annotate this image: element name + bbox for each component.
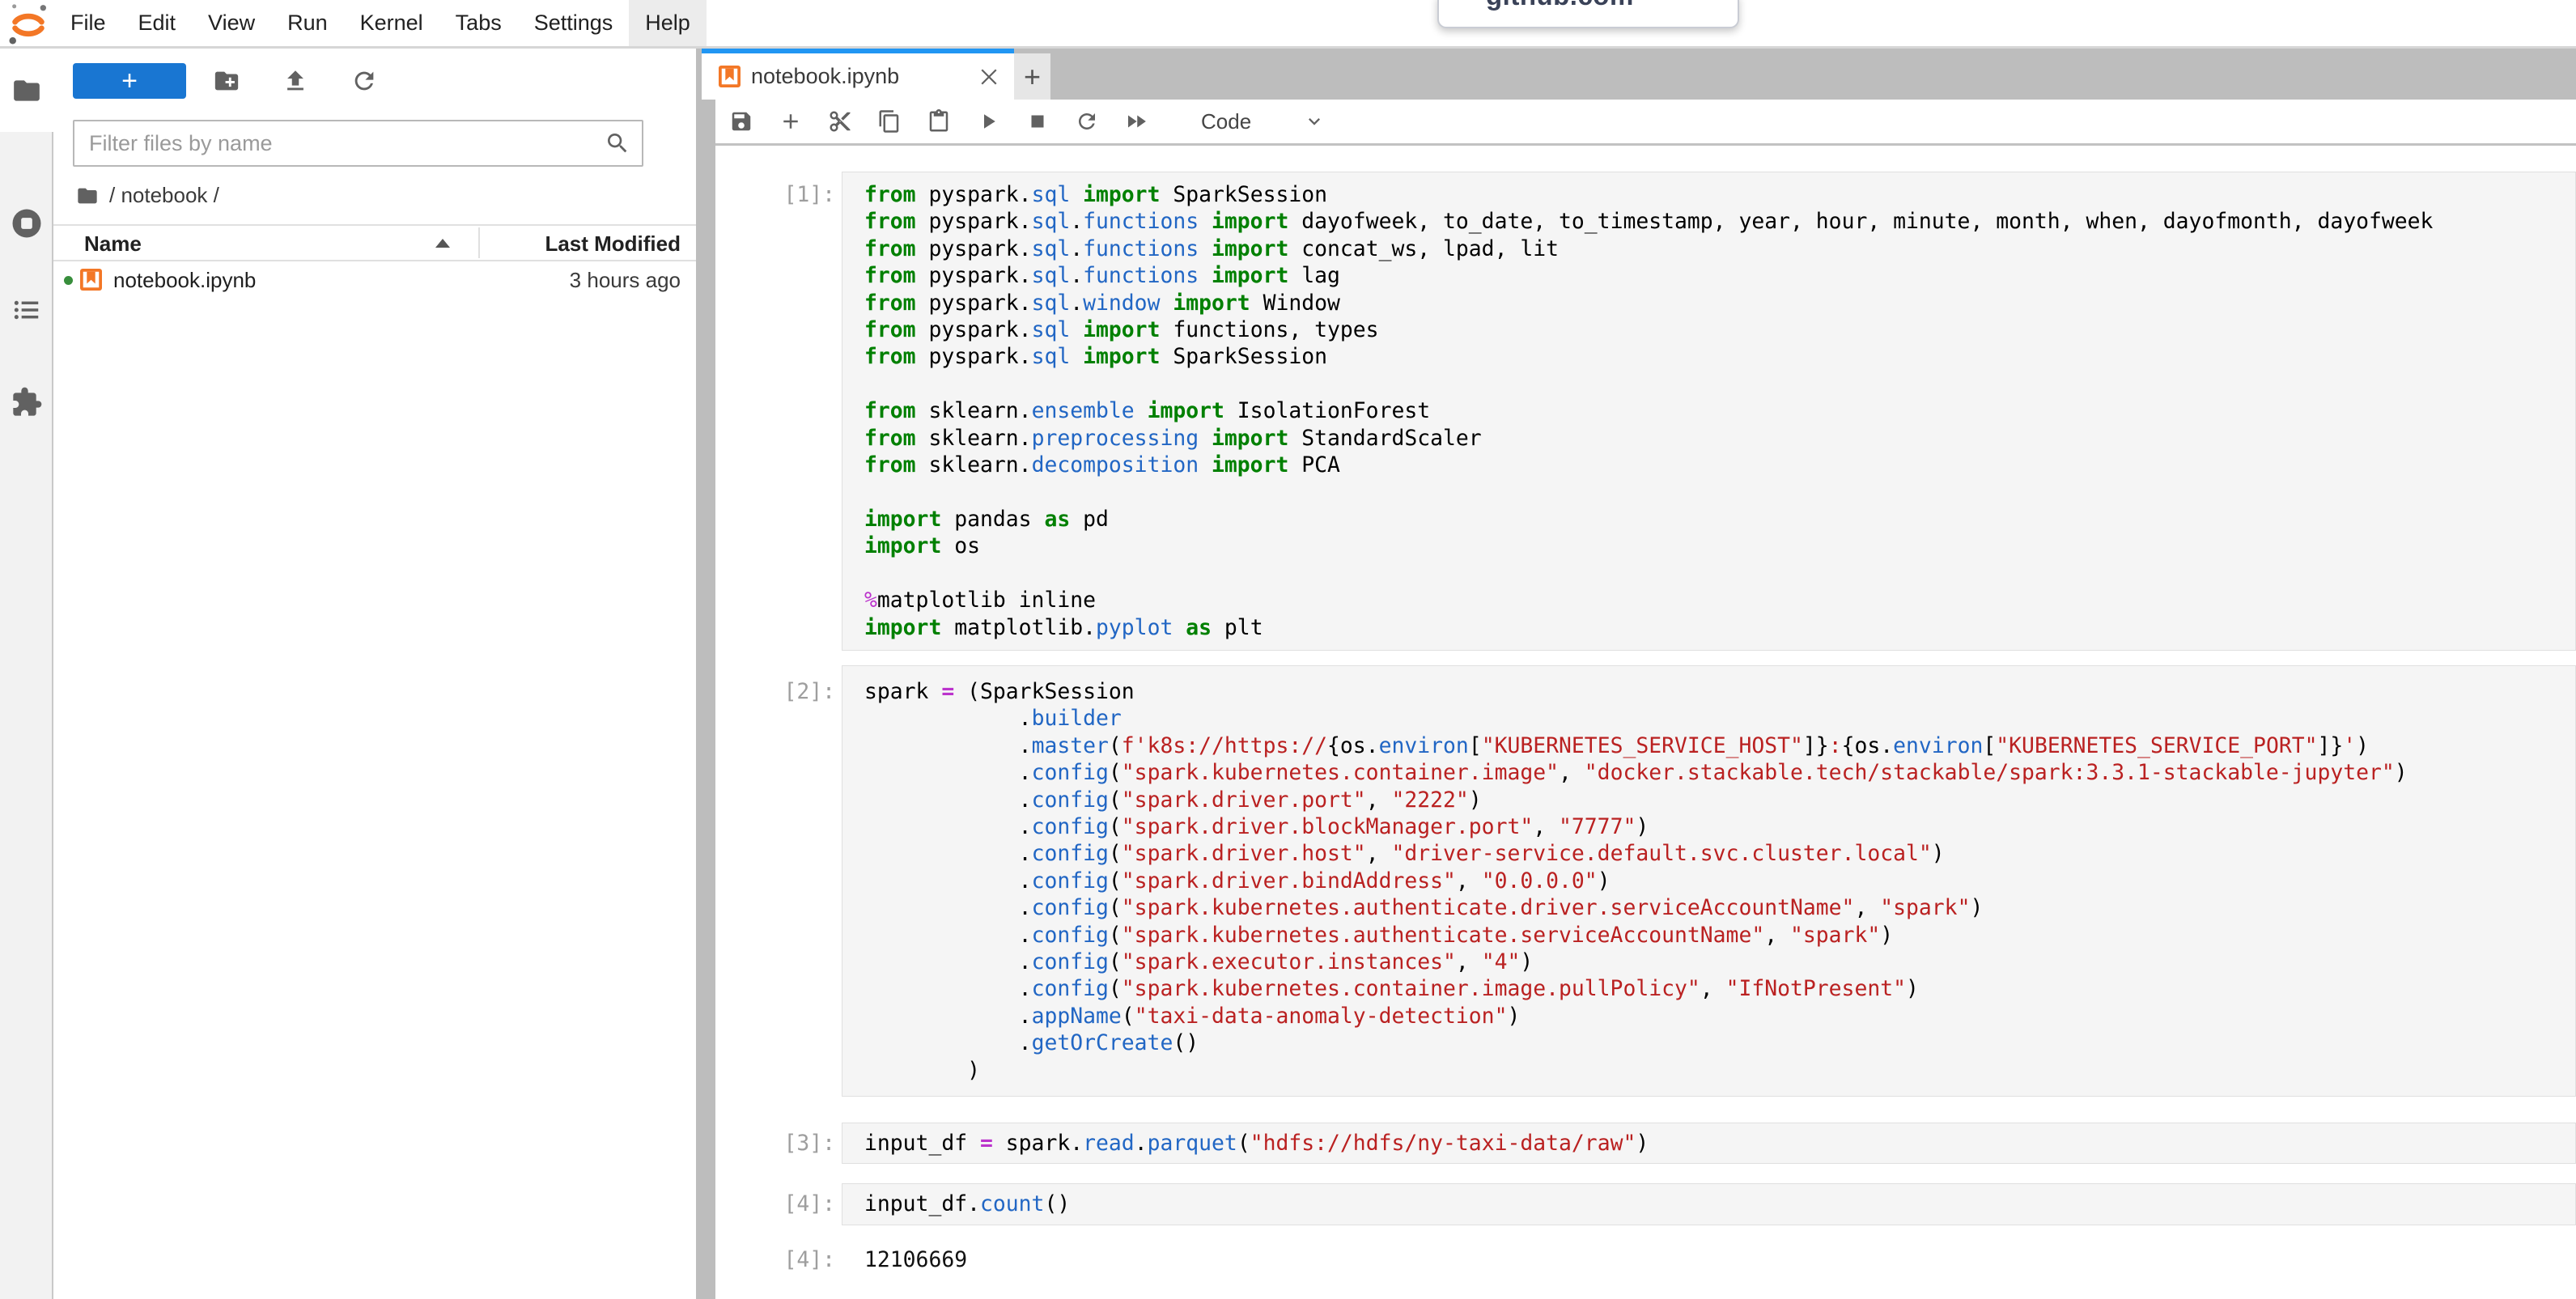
notebook-toolbar: Code — [715, 100, 2576, 146]
new-launcher-button[interactable]: + — [73, 63, 186, 99]
notebook-file-icon — [80, 269, 102, 291]
plus-icon: + — [121, 67, 138, 95]
execution-count: [3]: — [715, 1123, 842, 1164]
notebook-scroll-area[interactable]: [1]:from pyspark.sql import SparkSession… — [715, 146, 2576, 1299]
file-browser-panel: + / notebook / Name Last Modified notebo… — [53, 49, 696, 1299]
menu-file[interactable]: File — [54, 0, 122, 46]
close-tab-icon[interactable] — [977, 65, 1001, 89]
new-folder-button[interactable] — [213, 67, 240, 95]
upload-button[interactable] — [282, 67, 309, 95]
cut-cells-button[interactable] — [828, 109, 852, 134]
menu-help[interactable]: Help — [629, 0, 707, 46]
breadcrumb[interactable]: / notebook / — [76, 183, 219, 208]
refresh-icon — [350, 67, 378, 95]
panel-scrollbar[interactable] — [696, 49, 715, 1299]
dock-tab-bar: notebook.ipynb + — [696, 49, 2576, 100]
file-row-notebook[interactable]: notebook.ipynb 3 hours ago — [53, 261, 696, 299]
code-editor[interactable]: from pyspark.sql import SparkSessionfrom… — [842, 172, 2576, 651]
column-divider[interactable] — [478, 227, 480, 258]
plus-icon: + — [1024, 62, 1041, 91]
cell-output-row: [4]:12106669 — [715, 1246, 2576, 1273]
link-preview-popup: github.com — [1437, 0, 1739, 28]
sidebar-tab-running-kernels[interactable] — [0, 189, 53, 257]
running-kernels-icon — [10, 206, 44, 240]
output-prompt: [4]: — [715, 1246, 842, 1273]
run-cell-button[interactable] — [976, 109, 1000, 134]
tab-notebook[interactable]: notebook.ipynb — [702, 49, 1014, 100]
notebook-cells: [1]:from pyspark.sql import SparkSession… — [715, 172, 2576, 1273]
code-cell: [2]:spark = (SparkSession .builder .mast… — [715, 665, 2576, 1097]
list-icon — [11, 295, 42, 325]
column-header-name[interactable]: Name — [84, 231, 142, 257]
code-cell: [3]:input_df = spark.read.parquet("hdfs:… — [715, 1123, 2576, 1164]
new-tab-button[interactable]: + — [1014, 53, 1050, 100]
search-icon — [605, 130, 630, 156]
sort-ascending-icon — [435, 239, 450, 248]
menu-items: File Edit View Run Kernel Tabs Settings … — [54, 0, 707, 46]
code-editor[interactable]: input_df.count() — [842, 1183, 2576, 1225]
file-list-header: Name Last Modified — [53, 224, 696, 261]
menu-view[interactable]: View — [192, 0, 271, 46]
sidebar-tab-table-of-contents[interactable] — [0, 276, 53, 344]
code-editor[interactable]: input_df = spark.read.parquet("hdfs://hd… — [842, 1123, 2576, 1164]
refresh-files-button[interactable] — [350, 67, 378, 95]
paste-cells-button[interactable] — [927, 109, 951, 134]
sidebar-tab-strip — [0, 49, 53, 1299]
sidebar-tab-file-browser[interactable] — [0, 57, 53, 125]
popup-url-text: github.com — [1486, 0, 1634, 11]
upload-icon — [282, 67, 309, 95]
home-folder-icon — [76, 185, 99, 207]
code-cell: [1]:from pyspark.sql import SparkSession… — [715, 172, 2576, 651]
new-folder-icon — [213, 67, 240, 95]
code-editor[interactable]: spark = (SparkSession .builder .master(f… — [842, 665, 2576, 1097]
execution-count: [1]: — [715, 172, 842, 651]
cell-type-value: Code — [1201, 109, 1251, 134]
menu-tabs[interactable]: Tabs — [439, 0, 518, 46]
file-filter-box — [73, 120, 643, 167]
tab-title: notebook.ipynb — [751, 64, 899, 89]
file-name: notebook.ipynb — [113, 268, 256, 293]
file-filter-input[interactable] — [74, 121, 642, 165]
puzzle-icon — [11, 386, 43, 418]
save-button[interactable] — [729, 109, 753, 134]
restart-kernel-button[interactable] — [1075, 109, 1099, 134]
execution-count: [2]: — [715, 665, 842, 1097]
menu-run[interactable]: Run — [271, 0, 344, 46]
kernel-running-dot — [64, 276, 73, 285]
execution-count: [4]: — [715, 1183, 842, 1225]
menu-bar: File Edit View Run Kernel Tabs Settings … — [0, 0, 2576, 49]
menu-kernel[interactable]: Kernel — [344, 0, 439, 46]
folder-icon — [11, 75, 42, 106]
restart-run-all-button[interactable] — [1124, 109, 1148, 134]
cell-type-dropdown[interactable]: Code — [1201, 109, 1326, 134]
menu-edit[interactable]: Edit — [122, 0, 193, 46]
breadcrumb-path[interactable]: / notebook / — [109, 183, 219, 208]
interrupt-kernel-button[interactable] — [1025, 109, 1050, 134]
copy-cells-button[interactable] — [877, 109, 902, 134]
notebook-tab-icon — [719, 66, 741, 87]
file-last-modified: 3 hours ago — [570, 268, 681, 293]
code-cell: [4]:input_df.count() — [715, 1183, 2576, 1225]
sidebar-tab-extensions[interactable] — [0, 368, 53, 436]
column-header-last-modified[interactable]: Last Modified — [545, 231, 681, 257]
output-text: 12106669 — [842, 1246, 2576, 1273]
menu-settings[interactable]: Settings — [518, 0, 630, 46]
add-cell-button[interactable] — [779, 109, 803, 134]
chevron-down-icon — [1303, 110, 1326, 133]
jupyter-logo-icon — [6, 2, 50, 46]
